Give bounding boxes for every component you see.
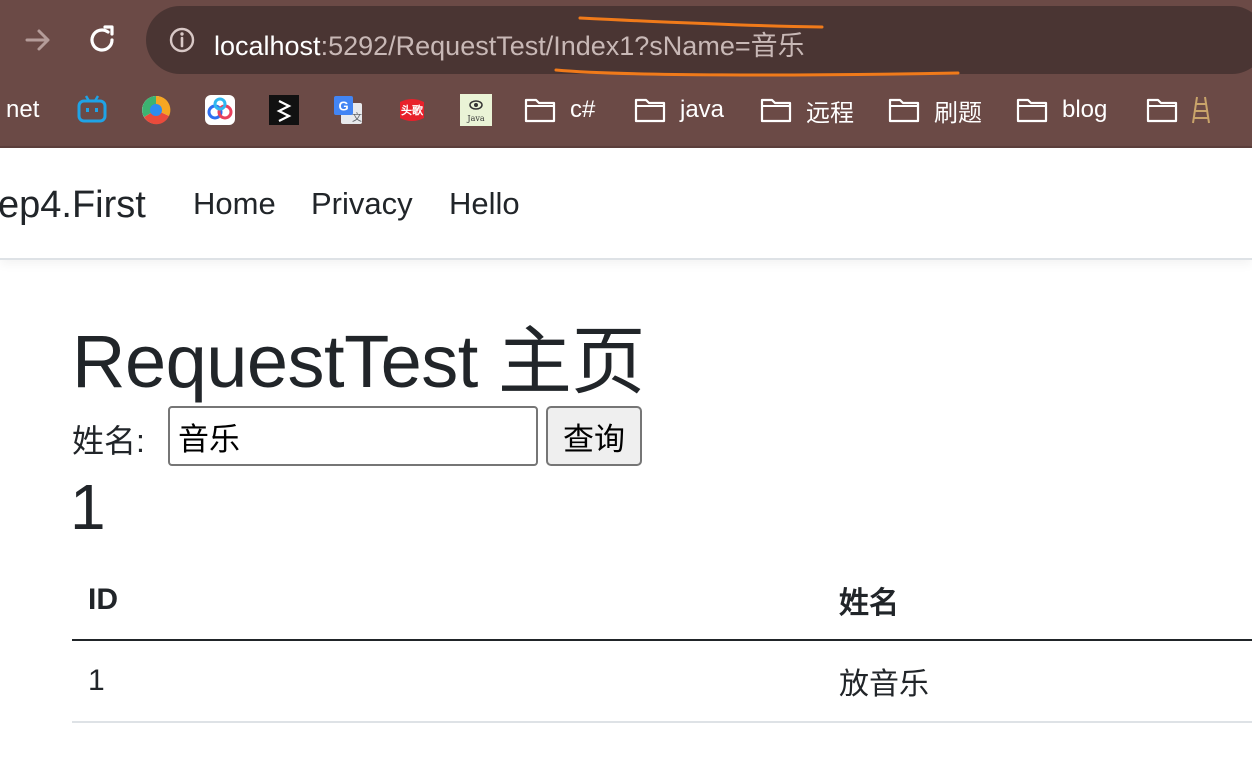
bookmark-fx[interactable] [268, 92, 300, 128]
svg-text:G: G [338, 99, 348, 114]
bookmark-folder-remote[interactable]: 远程 [760, 92, 854, 128]
url-text[interactable]: localhost:5292/RequestTest/Index1?sName=… [214, 24, 805, 63]
bookmark-folder-problems[interactable]: 刷题 [888, 92, 982, 128]
bookmark-folder-csharp[interactable]: c# [524, 92, 595, 128]
svg-text:Java: Java [466, 114, 484, 123]
page-title: RequestTest 主页 [72, 320, 645, 403]
folder-icon [634, 94, 666, 126]
folder-icon [760, 94, 792, 126]
bookmark-net[interactable]: net [6, 92, 39, 128]
java-logo-icon: Java [460, 94, 492, 126]
site-info-icon[interactable] [168, 26, 196, 54]
bookmark-folder-java[interactable]: java [634, 92, 724, 128]
folder-icon [888, 94, 920, 126]
nav-link-privacy[interactable]: Privacy [311, 186, 413, 222]
cell-id: 1 [72, 640, 823, 723]
reload-icon [90, 25, 114, 52]
arrow-right-icon [25, 29, 50, 51]
svg-text:文: 文 [352, 111, 362, 124]
column-header-id: ID [72, 560, 823, 641]
fx-logo-icon [268, 94, 300, 126]
svg-text:头歌: 头歌 [401, 103, 424, 117]
bookmark-bilibili[interactable] [76, 92, 108, 128]
bookmark-folder-more[interactable] [1146, 92, 1212, 128]
bookmark-label: java [680, 96, 725, 123]
bookmark-toutiao[interactable]: 头歌 [396, 92, 428, 128]
browser-chrome: localhost:5292/RequestTest/Index1?sName=… [0, 0, 1252, 148]
url-path: :5292/RequestTest/Index1?sName=音乐 [320, 31, 805, 61]
bookmark-baidu-netdisk[interactable] [204, 92, 236, 128]
ladder-icon [1190, 94, 1212, 126]
table-header-row: ID 姓名 [72, 560, 1252, 641]
browser-logo-icon [140, 94, 172, 126]
nav-link-hello[interactable]: Hello [449, 186, 520, 222]
reload-button[interactable] [80, 18, 124, 62]
browser-toolbar: localhost:5292/RequestTest/Index1?sName=… [0, 0, 1252, 80]
toutiao-icon: 头歌 [396, 94, 428, 126]
folder-icon [1146, 94, 1178, 126]
results-table: ID 姓名 1 放音乐 [72, 560, 1252, 723]
column-header-name: 姓名 [823, 560, 1252, 641]
name-label: 姓名: [72, 423, 145, 459]
bilibili-icon [76, 94, 108, 126]
forward-button[interactable] [16, 18, 60, 62]
bookmark-folder-blog[interactable]: blog [1016, 92, 1107, 128]
site-navbar: ep4.First Home Privacy Hello [0, 148, 1252, 260]
bookmark-label: c# [570, 96, 596, 123]
address-bar[interactable]: localhost:5292/RequestTest/Index1?sName=… [146, 6, 1252, 74]
bookmark-label: 刷题 [934, 99, 982, 127]
folder-icon [524, 94, 556, 126]
google-translate-icon: G文 [332, 94, 364, 126]
url-host: localhost [214, 31, 321, 61]
bookmark-browser[interactable] [140, 92, 172, 128]
result-count: 1 [70, 471, 106, 543]
query-button[interactable]: 查询 [546, 406, 642, 466]
navbar-brand[interactable]: ep4.First [0, 184, 146, 227]
bookmark-java[interactable]: Java [460, 92, 492, 128]
bookmark-label: net [6, 96, 40, 123]
bookmark-google-translate[interactable]: G文 [332, 92, 364, 128]
name-input[interactable] [168, 406, 538, 466]
cell-name: 放音乐 [823, 640, 1252, 723]
bookmark-label: blog [1062, 96, 1108, 123]
bookmarks-bar: net G文 头歌 Java c# java 远程 刷题 blog [0, 84, 1252, 136]
bookmark-label: 远程 [806, 99, 854, 127]
baidu-netdisk-icon [204, 94, 236, 126]
folder-icon [1016, 94, 1048, 126]
table-row: 1 放音乐 [72, 640, 1252, 723]
nav-link-home[interactable]: Home [193, 186, 276, 222]
